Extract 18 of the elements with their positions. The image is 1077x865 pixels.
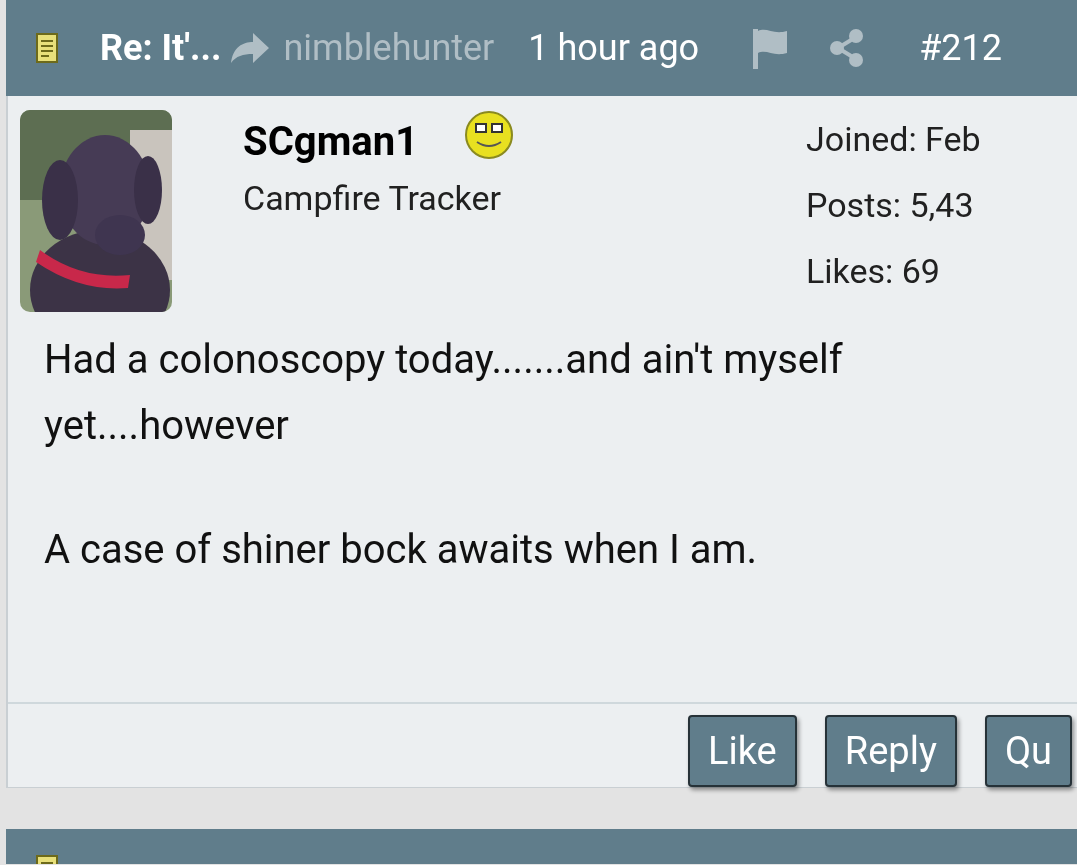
flag-icon[interactable] <box>751 27 790 69</box>
post-number[interactable]: #212 <box>919 21 1003 75</box>
author-link[interactable]: nimblehunter <box>283 21 495 75</box>
user-stat: Joined: Feb <box>806 118 981 161</box>
user-stat: Likes: 69 <box>806 250 941 293</box>
post-time: 1 hour ago <box>528 26 700 71</box>
share-icon[interactable] <box>829 29 866 67</box>
post-text: Had a colonoscopy today.......and ain't myself yet....however <box>44 334 844 451</box>
action-button[interactable]: Reply <box>824 715 957 787</box>
action-button[interactable]: Like <box>688 715 797 787</box>
username[interactable]: SCgman1 <box>243 120 419 164</box>
smiley-icon <box>464 110 515 160</box>
action-button[interactable]: Qu <box>984 715 1072 787</box>
post-text: A case of shiner bock awaits when I am. <box>44 524 759 575</box>
user-rank: Campfire Tracker <box>243 178 503 218</box>
user-stat: Posts: 5,43 <box>806 184 975 227</box>
post-title[interactable]: Re: It'... <box>100 21 222 75</box>
document-icon <box>36 33 58 63</box>
